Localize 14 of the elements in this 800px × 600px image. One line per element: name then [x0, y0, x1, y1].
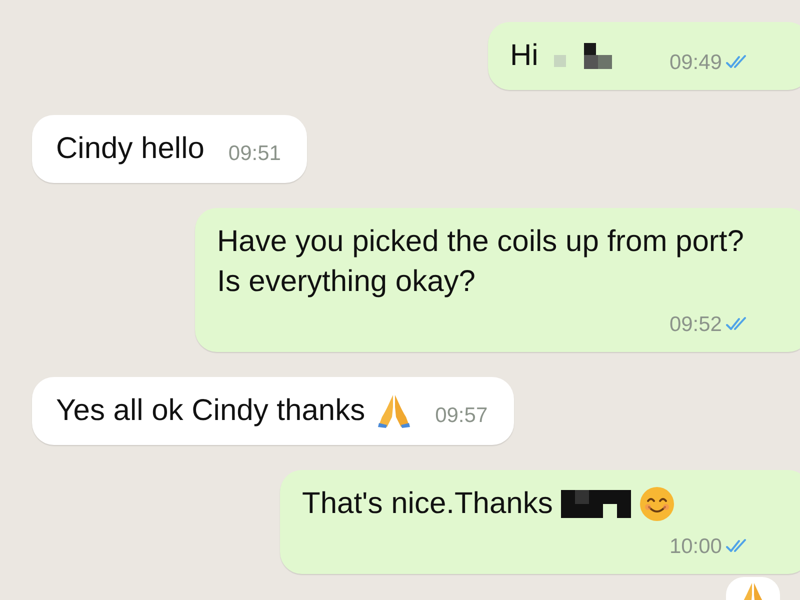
message-time: 09:49 [669, 50, 722, 76]
smiling-face-icon [638, 486, 675, 522]
message-time: 10:00 [669, 534, 722, 560]
message-time: 09:57 [435, 402, 488, 428]
message-text: Hi [510, 38, 538, 74]
message-text: Yes all ok Cindy thanks [56, 393, 366, 429]
message-time: 09:51 [228, 140, 281, 166]
pixelated-redaction-drawing [560, 490, 631, 518]
message-time: 09:52 [669, 312, 722, 338]
message-text: Cindy hello [56, 131, 204, 167]
message-text: Have you picked the coils up from port? Is everything okay? [217, 224, 745, 300]
message-text: That's nice.Thanks [302, 486, 553, 522]
praying-hands-icon [377, 393, 412, 429]
pixelated-redaction-drawing [554, 43, 614, 69]
